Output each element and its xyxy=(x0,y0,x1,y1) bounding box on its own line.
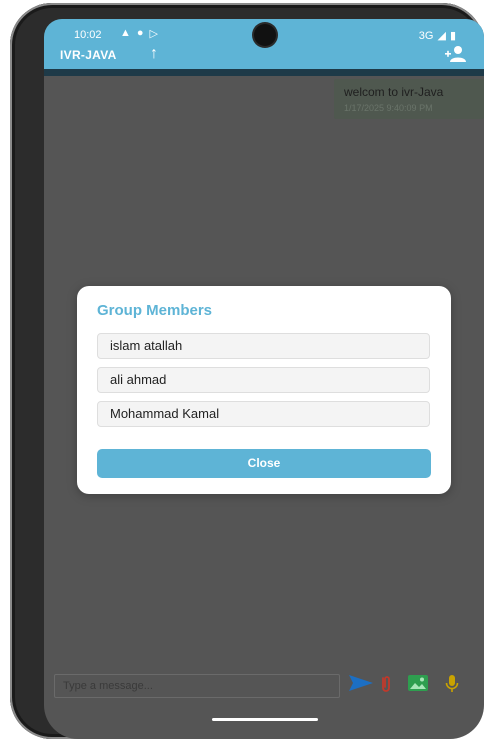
warning-icon: ▲ xyxy=(120,27,131,39)
app-bar: 10:02 ▲ ● ▷ 3G ◢ ▮ IVR-JAVA ↑ xyxy=(44,19,484,69)
app-bar-divider xyxy=(44,69,484,76)
network-label: 3G xyxy=(418,29,434,42)
app-screen: 10:02 ▲ ● ▷ 3G ◢ ▮ IVR-JAVA ↑ welcom to … xyxy=(44,19,484,739)
status-time: 10:02 xyxy=(74,29,102,41)
battery-icon: ▮ xyxy=(449,30,456,42)
send-icon[interactable] xyxy=(349,675,373,691)
mic-icon[interactable] xyxy=(445,674,459,694)
up-arrow-icon[interactable]: ↑ xyxy=(150,45,158,63)
group-members-dialog: Group Members islam atallah ali ahmad Mo… xyxy=(77,286,451,494)
message-timestamp: 1/17/2025 9:40:09 PM xyxy=(344,103,433,113)
add-person-icon[interactable] xyxy=(444,45,466,63)
message-input[interactable]: Type a message... xyxy=(54,674,340,698)
app-notification-icon: ● xyxy=(136,27,144,39)
member-item[interactable]: ali ahmad xyxy=(97,367,430,393)
message-composer: Type a message... xyxy=(44,669,484,701)
gallery-icon[interactable] xyxy=(408,675,428,691)
member-item[interactable]: islam atallah xyxy=(97,333,430,359)
status-notification-icons: ▲ ● ▷ xyxy=(120,27,158,40)
status-right: 3G ◢ ▮ xyxy=(418,29,456,43)
app-title: IVR-JAVA xyxy=(60,48,117,62)
play-icon: ▷ xyxy=(149,28,159,40)
dialog-title: Group Members xyxy=(97,302,213,319)
attach-icon[interactable] xyxy=(380,675,392,693)
message-bubble[interactable]: welcom to ivr-Java 1/17/2025 9:40:09 PM xyxy=(334,79,484,119)
camera-cutout xyxy=(254,24,276,46)
home-indicator xyxy=(212,718,318,721)
message-text: welcom to ivr-Java xyxy=(344,85,444,99)
close-button[interactable]: Close xyxy=(97,449,431,478)
phone-frame: 10:02 ▲ ● ▷ 3G ◢ ▮ IVR-JAVA ↑ welcom to … xyxy=(10,3,484,739)
member-item[interactable]: Mohammad Kamal xyxy=(97,401,430,427)
signal-icon: ◢ xyxy=(437,30,446,42)
